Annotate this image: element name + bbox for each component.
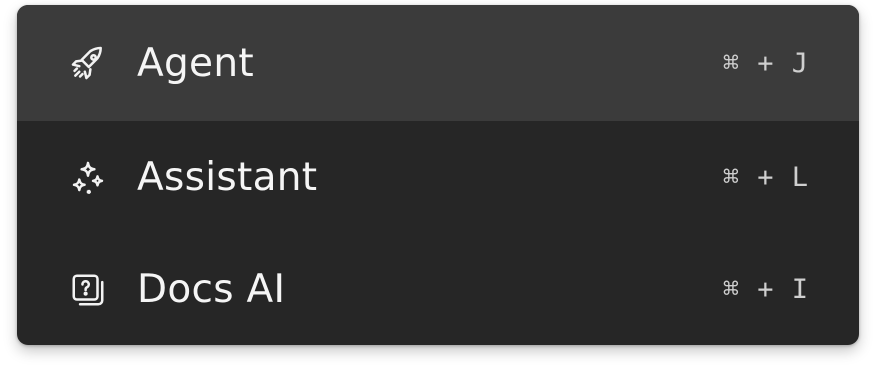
menu-item-docs-ai[interactable]: Docs AI ⌘ + I <box>17 234 859 345</box>
menu-item-agent[interactable]: Agent ⌘ + J <box>17 5 859 121</box>
menu-item-assistant[interactable]: Assistant ⌘ + L <box>17 121 859 234</box>
menu-item-label: Assistant <box>137 155 318 200</box>
rocket-icon <box>69 44 107 82</box>
menu-item-label: Agent <box>137 40 254 86</box>
keyboard-shortcut: ⌘ + J <box>722 47 809 79</box>
keyboard-shortcut: ⌘ + L <box>722 162 809 193</box>
keyboard-shortcut: ⌘ + I <box>722 274 809 305</box>
ai-mode-menu: Agent ⌘ + J Assistant ⌘ + L Docs AI ⌘ + … <box>17 5 859 345</box>
sparkles-icon <box>69 159 107 197</box>
docs-question-icon <box>69 271 107 309</box>
menu-item-label: Docs AI <box>137 267 286 312</box>
